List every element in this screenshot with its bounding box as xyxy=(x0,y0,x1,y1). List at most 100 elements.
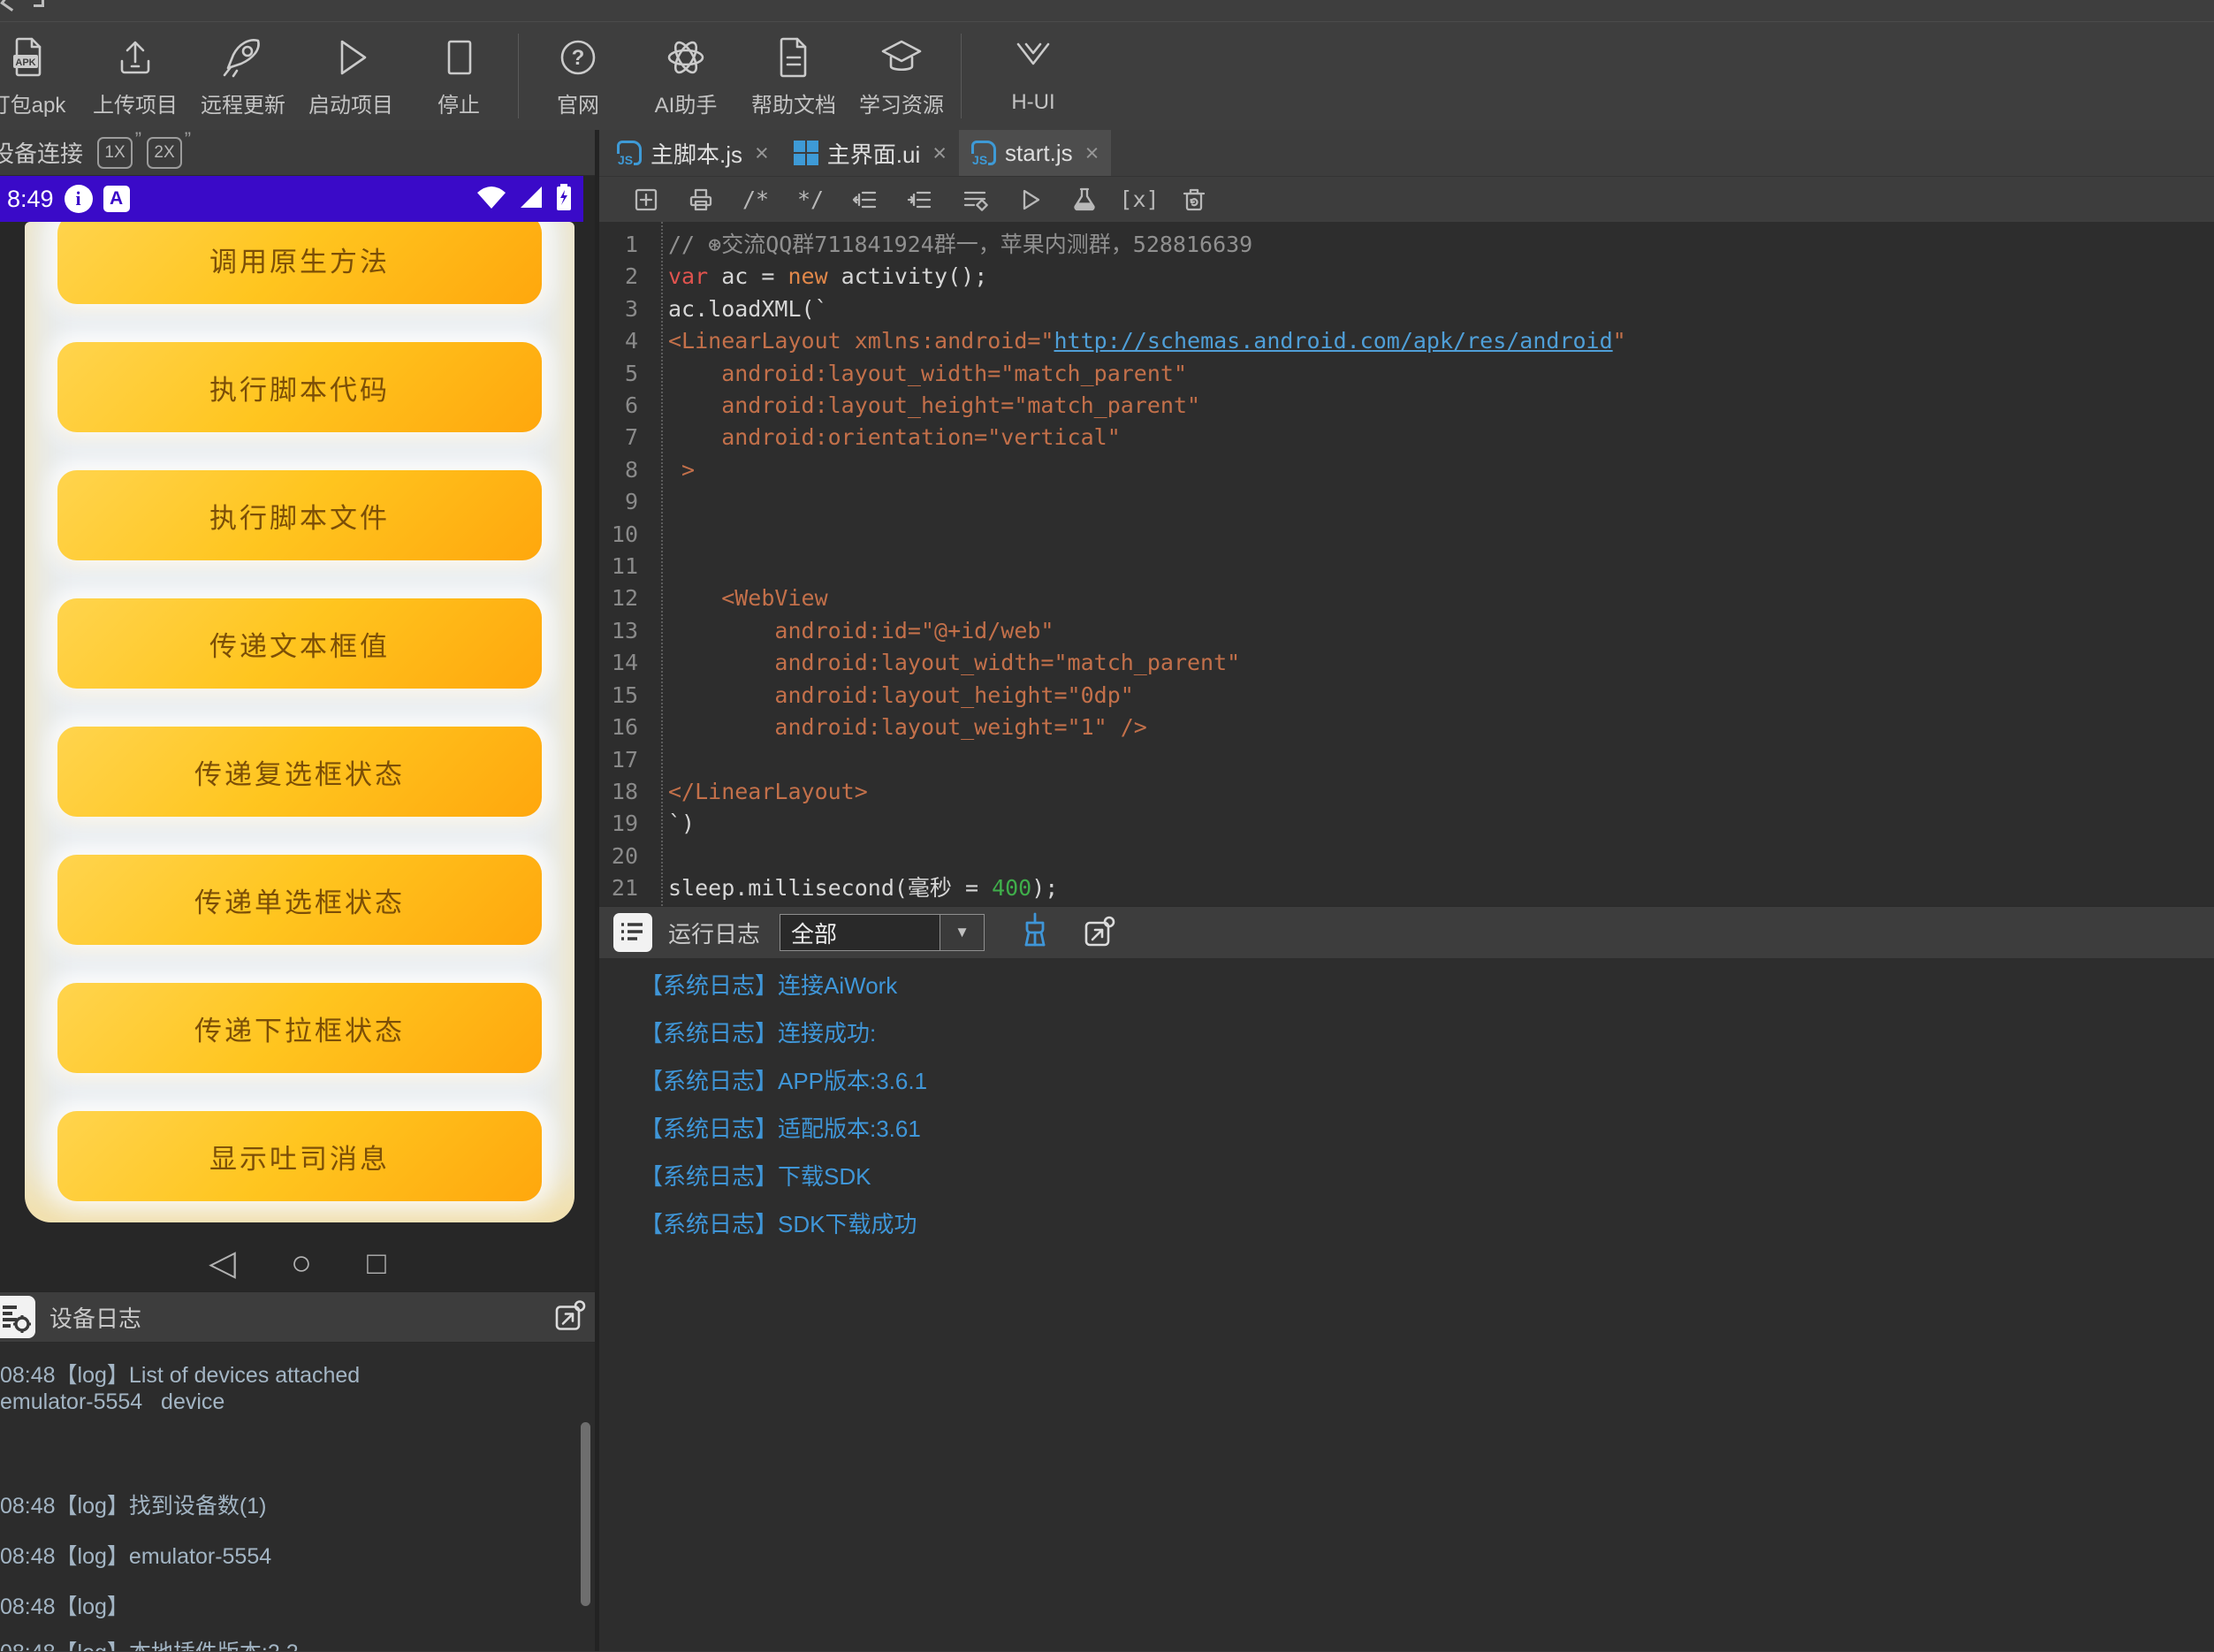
device-log-scrollbar[interactable] xyxy=(581,1422,590,1606)
phone-status-bar: 8:49 i A xyxy=(0,176,583,222)
toolbar-remote-update[interactable]: 远程更新 xyxy=(189,34,297,118)
close-icon[interactable]: × xyxy=(1085,140,1099,167)
code-line: 2 var ac = new activity(); xyxy=(624,263,988,290)
battery-icon xyxy=(555,183,573,216)
document-icon xyxy=(772,34,816,80)
new-snippet-icon[interactable] xyxy=(619,187,673,213)
device-mirror[interactable]: 8:49 i A 调用原生方法执行脚本代码执行脚本文件传递文本框值传递复 xyxy=(0,176,595,1291)
log-filter-value: 全部 xyxy=(791,920,838,948)
code-lines: 1// ⊛交流QQ群711841924群一，苹果内测群，528816639 2 va… xyxy=(599,229,2214,906)
code-line: 19 `) xyxy=(611,811,696,837)
phone-button[interactable]: 传递文本框值 xyxy=(57,598,542,689)
print-icon[interactable] xyxy=(673,187,728,213)
apk-icon: APK xyxy=(5,34,49,80)
phone-button[interactable]: 传递单选框状态 xyxy=(57,855,542,945)
nav-home-icon[interactable]: ○ xyxy=(291,1245,312,1281)
app-window: APK 打包apk 上传项目 远程更新 启动项目 停止 xyxy=(0,0,2214,1652)
code-line: 14 android:layout_width="match_parent" xyxy=(611,650,1241,676)
toolbar-stop[interactable]: 停止 xyxy=(405,34,513,118)
toolbar-learning-resources[interactable]: 学习资源 xyxy=(848,34,955,118)
code-line: 11 xyxy=(611,553,638,580)
variable-icon[interactable]: [x] xyxy=(1112,187,1167,212)
indent-icon[interactable] xyxy=(893,187,947,213)
phone-button[interactable]: 调用原生方法 xyxy=(57,222,542,304)
code-line: 8 > xyxy=(624,456,696,483)
phone-button[interactable]: 传递复选框状态 xyxy=(57,727,542,817)
device-log-header: 设备日志 xyxy=(0,1291,595,1343)
tab-main-script[interactable]: JS 主脚本.js × xyxy=(605,130,781,176)
test-flask-icon[interactable] xyxy=(1057,187,1112,213)
toolbar-package-apk[interactable]: APK 打包apk xyxy=(0,34,81,118)
run-log-entry: 【系统日志】连接成功: xyxy=(640,1020,877,1047)
editor-panel: JS 主脚本.js × 主界面.ui × JS start.js × /* */… xyxy=(599,130,2214,1651)
code-line: 16 android:layout_weight="1" /> xyxy=(611,714,1147,741)
ai-knot-icon xyxy=(663,34,709,80)
gutter-divider xyxy=(661,222,663,906)
outdent-icon[interactable] xyxy=(838,187,893,213)
clear-log-brush-icon[interactable] xyxy=(1016,911,1054,955)
phone-button[interactable]: 传递下拉框状态 xyxy=(57,983,542,1073)
run-log-title: 运行日志 xyxy=(668,920,761,948)
comment-close-icon[interactable]: */ xyxy=(783,187,838,212)
device-log-entry: 08:48【log】emulator-5554 xyxy=(0,1544,272,1569)
graduation-icon xyxy=(878,34,925,80)
popout-icon[interactable] xyxy=(1082,913,1117,953)
svg-text:APK: APK xyxy=(15,57,35,68)
code-line: 13 android:id="@+id/web" xyxy=(611,617,1054,643)
chevron-down-icon: ▼ xyxy=(940,915,985,950)
scale-1x-button[interactable]: 1X xyxy=(97,128,141,169)
device-panel: 设备连接 1X 2X 8:49 i A xyxy=(0,128,595,1651)
toolbar-ai-assistant[interactable]: AI助手 xyxy=(632,34,740,118)
close-icon[interactable]: × xyxy=(932,140,947,167)
device-log-entries: 08:48【log】List of devices attached emula… xyxy=(0,1362,568,1651)
clear-trash-icon[interactable] xyxy=(1167,187,1221,213)
info-icon: i xyxy=(64,185,93,213)
device-log-body[interactable]: 08:48【log】List of devices attached emula… xyxy=(0,1343,595,1651)
nav-recents-icon[interactable]: □ xyxy=(367,1247,386,1279)
popout-icon[interactable] xyxy=(552,1298,588,1337)
tab-main-ui[interactable]: 主界面.ui × xyxy=(781,130,959,176)
toolbar-separator xyxy=(961,34,962,118)
code-editor[interactable]: 1// ⊛交流QQ群711841924群一，苹果内测群，528816639 2 va… xyxy=(599,222,2214,906)
code-line: 21 sleep.millisecond(毫秒 = 400); xyxy=(611,875,1059,902)
format-code-icon[interactable] xyxy=(947,187,1002,213)
play-icon xyxy=(331,34,371,80)
phone-button[interactable]: 显示吐司消息 xyxy=(57,1111,542,1201)
editor-toolbar: /* */ [x] xyxy=(599,176,2214,222)
run-script-icon[interactable] xyxy=(1002,187,1057,213)
run-log-entry: 【系统日志】连接AiWork xyxy=(640,972,898,999)
toolbar-run-project[interactable]: 启动项目 xyxy=(297,34,405,118)
nav-back-icon[interactable]: ◁ xyxy=(209,1245,236,1281)
log-filter-dropdown[interactable]: 全部 ▼ xyxy=(780,914,985,951)
device-log-icon xyxy=(0,1296,35,1338)
comment-open-icon[interactable]: /* xyxy=(728,187,783,212)
run-log-body[interactable]: 【系统日志】连接AiWork 【系统日志】连接成功: 【系统日志】APP版本:3.6… xyxy=(599,958,2214,1651)
signal-icon xyxy=(518,184,544,215)
toolbar-hui[interactable]: H-UI xyxy=(979,37,1087,115)
question-circle-icon: ? xyxy=(556,34,600,80)
toolbar-help-docs[interactable]: 帮助文档 xyxy=(740,34,848,118)
ui-file-icon xyxy=(793,141,818,165)
phone-button[interactable]: 执行脚本文件 xyxy=(57,470,542,560)
top-strip xyxy=(0,0,2214,22)
a-badge-icon: A xyxy=(103,186,130,212)
run-log-entry: 【系统日志】下载SDK xyxy=(640,1163,871,1190)
code-line: 20 xyxy=(611,842,638,869)
close-icon[interactable]: × xyxy=(755,140,769,167)
code-line: 3 ac.loadXML(` xyxy=(624,295,828,322)
device-panel-header: 设备连接 1X 2X xyxy=(0,128,595,176)
run-log-entries: 【系统日志】连接AiWork 【系统日志】连接成功: 【系统日志】APP版本:3.6… xyxy=(640,974,2214,1237)
toolbar-upload-project[interactable]: 上传项目 xyxy=(81,34,189,118)
code-line: 10 xyxy=(611,521,638,547)
scale-2x-button[interactable]: 2X xyxy=(147,128,191,169)
code-line: 5 android:layout_width="match_parent" xyxy=(624,360,1187,386)
run-log-entry: 【系统日志】APP版本:3.6.1 xyxy=(640,1068,928,1094)
phone-screen[interactable]: 调用原生方法执行脚本代码 执行脚本文件 传递文本框值 传递复选框状态 传递单选框状态 传递… xyxy=(25,222,574,1222)
code-line: 7 android:orientation="vertical" xyxy=(624,424,1121,451)
tab-start-js[interactable]: JS start.js × xyxy=(959,130,1112,176)
phone-button[interactable]: 执行脚本代码 xyxy=(57,342,542,432)
code-line: 6 android:layout_height="match_parent" xyxy=(624,392,1201,419)
js-file-icon: JS xyxy=(617,141,642,166)
toolbar-official-site[interactable]: ? 官网 xyxy=(524,34,632,118)
upload-icon xyxy=(113,34,157,80)
